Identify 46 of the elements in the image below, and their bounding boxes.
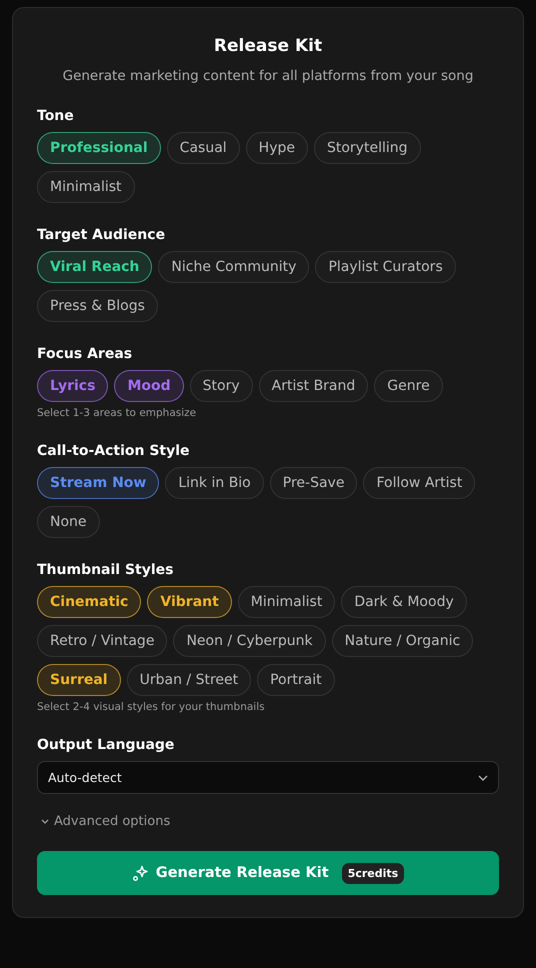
option-chip[interactable]: Playlist Curators xyxy=(315,251,456,283)
option-chip[interactable]: Retro / Vintage xyxy=(37,625,168,657)
option-chip[interactable]: Minimalist xyxy=(37,171,135,203)
option-chip[interactable]: Mood xyxy=(114,370,184,402)
section-label: Target Audience xyxy=(37,227,166,243)
hint-text: Select 2-4 visual styles for your thumbnails xyxy=(37,701,266,713)
section-label: Thumbnail Styles xyxy=(37,562,175,578)
title: Release Kit xyxy=(212,36,324,56)
option-chip[interactable]: Stream Now xyxy=(37,467,160,499)
chevron-icon xyxy=(41,819,49,824)
option-chip[interactable]: Link in Bio xyxy=(165,467,264,499)
section-label: Tone xyxy=(37,108,75,124)
option-chip[interactable]: Viral Reach xyxy=(37,251,152,283)
option-chip[interactable]: Professional xyxy=(37,132,161,164)
subtitle: Generate marketing content for all platforms from your song xyxy=(62,68,474,84)
option-chip[interactable]: Cinematic xyxy=(37,586,142,618)
option-chip[interactable]: Niche Community xyxy=(158,251,310,283)
option-chip[interactable]: Vibrant xyxy=(147,586,232,618)
option-chip[interactable]: Storytelling xyxy=(314,132,420,164)
option-chip[interactable]: Genre xyxy=(374,370,443,402)
option-chip[interactable]: Artist Brand xyxy=(258,370,368,402)
option-chip[interactable]: Hype xyxy=(246,132,308,164)
option-chip[interactable]: Casual xyxy=(166,132,240,164)
option-chip[interactable]: Surreal xyxy=(37,664,121,696)
section-label: Call-to-Action Style xyxy=(37,443,191,459)
option-chip[interactable]: Story xyxy=(190,370,253,402)
option-chip[interactable]: None xyxy=(37,506,100,538)
option-chip[interactable]: Pre-Save xyxy=(270,467,358,499)
option-chip[interactable]: Portrait xyxy=(257,664,335,696)
option-chip[interactable]: Minimalist xyxy=(238,586,336,618)
option-chip[interactable]: Urban / Street xyxy=(126,664,252,696)
option-chip[interactable]: Neon / Cyberpunk xyxy=(173,625,326,657)
advanced-options-toggle[interactable]: Advanced options xyxy=(37,814,174,829)
option-chip[interactable]: Lyrics xyxy=(37,370,108,402)
option-chip[interactable]: Dark & Moody xyxy=(341,586,467,618)
credits-badge: 5credits xyxy=(342,862,404,884)
sparkle-icon xyxy=(132,864,149,882)
chevron-down-icon xyxy=(478,774,488,780)
hint-text: Select 1-3 areas to emphasize xyxy=(37,407,198,419)
option-chip[interactable]: Press & Blogs xyxy=(37,290,158,322)
option-chip[interactable]: Follow Artist xyxy=(363,467,476,499)
generate-button[interactable]: Generate Release Kit 5credits xyxy=(37,851,499,895)
section-label: Output Language xyxy=(37,737,176,753)
language-select[interactable]: Auto-detect xyxy=(37,761,499,794)
option-chip[interactable]: Nature / Organic xyxy=(332,625,474,657)
section-label: Focus Areas xyxy=(37,346,134,362)
